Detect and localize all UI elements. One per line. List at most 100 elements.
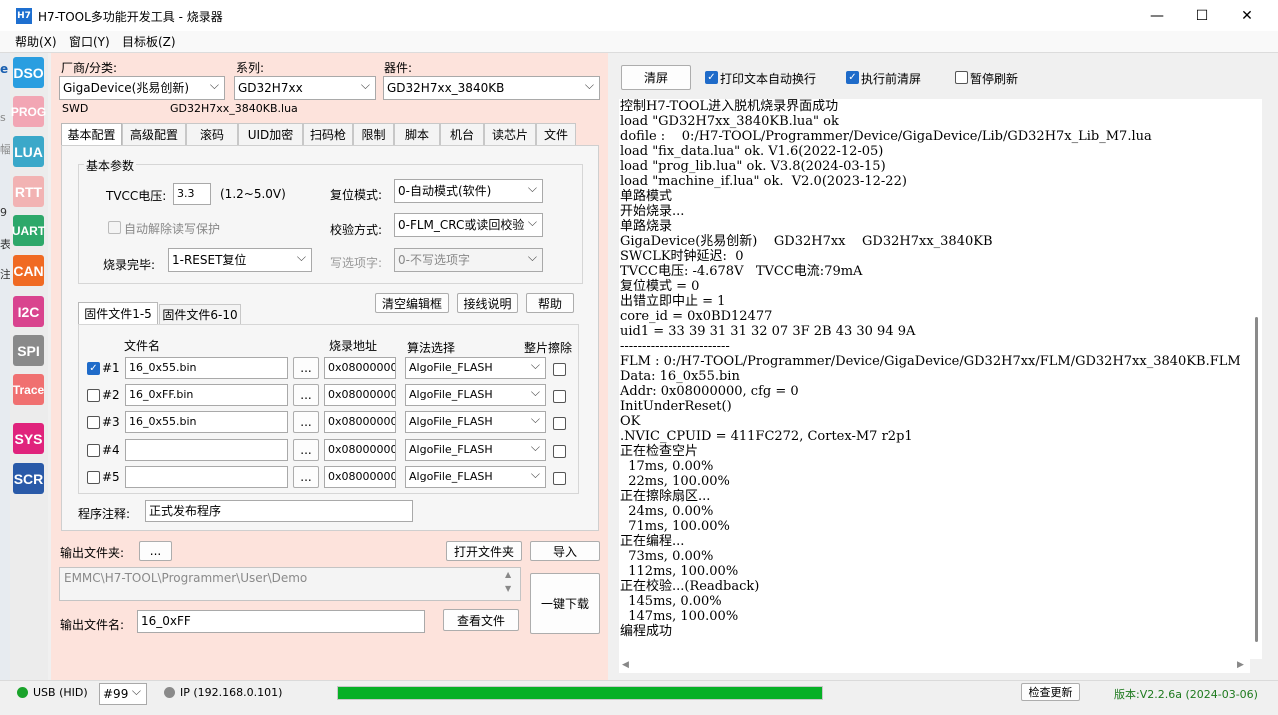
reset-mode-select[interactable]: 0-自动模式(软件) [394, 179, 543, 203]
tab-basic[interactable]: 基本配置 [61, 123, 122, 145]
tab-machine[interactable]: 机台 [440, 123, 484, 145]
tool-rtt-button[interactable]: RTT [13, 176, 44, 207]
output-name-input[interactable]: 16_0xFF [137, 610, 425, 633]
file-address-input[interactable]: 0x08000000 [324, 357, 396, 379]
file-name-input[interactable]: 16_0x55.bin [125, 411, 288, 433]
tool-prog-button[interactable]: PROG [11, 96, 46, 127]
tab-file[interactable]: 文件 [536, 123, 576, 145]
minimize-button[interactable]: — [1134, 0, 1180, 31]
tool-dso-button[interactable]: DSO [13, 57, 44, 88]
log-hscrollbar[interactable] [619, 659, 1250, 673]
tab-firmware-1-5[interactable]: 固件文件1-5 [78, 302, 158, 324]
done-select[interactable]: 1-RESET复位 [168, 248, 312, 272]
tool-spi-button[interactable]: SPI [13, 335, 44, 366]
tab-read-chip[interactable]: 读芯片 [484, 123, 536, 145]
series-select[interactable]: GD32H7xx [234, 76, 376, 100]
one-key-download-button[interactable]: 一键下载 [530, 573, 600, 634]
algorithm-select[interactable]: AlgoFile_FLASH [405, 439, 546, 461]
unlock-checkbox[interactable] [108, 221, 121, 234]
auto-wrap-checkbox[interactable]: ✓ [705, 71, 718, 84]
file-address-input[interactable]: 0x08000000 [324, 439, 396, 461]
tool-can-button[interactable]: CAN [13, 255, 44, 286]
clear-list-button[interactable]: 清空编辑框 [375, 293, 449, 313]
scroll-right-icon[interactable]: ▶ [1237, 660, 1244, 670]
file-enable-checkbox[interactable] [87, 416, 100, 429]
clear-before-checkbox[interactable]: ✓ [846, 71, 859, 84]
part-select[interactable]: GD32H7xx_3840KB [383, 76, 600, 100]
tab-limit[interactable]: 限制 [353, 123, 394, 145]
file-enable-checkbox[interactable]: ✓ [87, 362, 100, 375]
tab-firmware-6-10[interactable]: 固件文件6-10 [159, 304, 241, 324]
algorithm-select[interactable]: AlgoFile_FLASH [405, 411, 546, 433]
algorithm-value: AlgoFile_FLASH [409, 388, 493, 401]
chip-erase-checkbox[interactable] [553, 445, 566, 458]
file-name-input[interactable] [125, 466, 288, 488]
tool-uart-button[interactable]: UART [12, 215, 45, 246]
file-enable-checkbox[interactable] [87, 471, 100, 484]
path-scrollbar[interactable]: ▲ ▼ [505, 568, 511, 596]
tab-script[interactable]: 脚本 [394, 123, 440, 145]
tab-advanced[interactable]: 高级配置 [122, 123, 186, 145]
file-name-input[interactable] [125, 439, 288, 461]
file-browse-button[interactable]: ... [293, 411, 319, 433]
maximize-button[interactable]: ☐ [1179, 0, 1225, 31]
verify-value: 0-FLM_CRC或读回校验 [398, 218, 525, 232]
file-enable-checkbox[interactable] [87, 444, 100, 457]
scroll-left-icon[interactable]: ◀ [622, 660, 629, 670]
algorithm-value: AlgoFile_FLASH [409, 415, 493, 428]
menu-target-board[interactable]: 目标板(Z) [122, 33, 176, 50]
check-update-button[interactable]: 检查更新 [1021, 683, 1080, 701]
chip-erase-checkbox[interactable] [553, 417, 566, 430]
tool-lua-button[interactable]: LUA [13, 136, 44, 167]
algorithm-select[interactable]: AlgoFile_FLASH [405, 384, 546, 406]
pause-refresh-checkbox[interactable] [955, 71, 968, 84]
file-address-input[interactable]: 0x08000000 [324, 384, 396, 406]
file-browse-button[interactable]: ... [293, 439, 319, 461]
view-file-button[interactable]: 查看文件 [443, 609, 519, 631]
option-byte-select[interactable]: 0-不写选项字 [394, 248, 543, 272]
tool-i2c-button[interactable]: I2C [13, 296, 44, 327]
import-button[interactable]: 导入 [530, 541, 600, 561]
file-name-input[interactable]: 16_0xFF.bin [125, 384, 288, 406]
file-enable-checkbox[interactable] [87, 389, 100, 402]
close-button[interactable]: ✕ [1224, 0, 1270, 31]
file-address-input[interactable]: 0x08000000 [324, 466, 396, 488]
output-path-box[interactable]: EMMC\H7-TOOL\Programmer\User\Demo [59, 567, 521, 601]
log-line: 22ms, 100.00% [620, 474, 730, 489]
file-name-input[interactable]: 16_0x55.bin [125, 357, 288, 379]
wiring-button[interactable]: 接线说明 [457, 293, 518, 313]
help-button[interactable]: 帮助 [526, 293, 574, 313]
menu-help[interactable]: 帮助(X) [15, 33, 57, 50]
log-line: ------------------------- [620, 339, 730, 354]
log-vscroll-thumb[interactable] [1255, 317, 1258, 642]
tab-scanner[interactable]: 扫码枪 [303, 123, 353, 145]
tab-uid-encrypt[interactable]: UID加密 [238, 123, 303, 145]
open-folder-button[interactable]: 打开文件夹 [446, 541, 522, 561]
log-output[interactable]: 控制H7-TOOL进入脱机烧录界面成功 load "GD32H7xx_3840KB… [619, 99, 1250, 659]
file-browse-button[interactable]: ... [293, 466, 319, 488]
menu-window[interactable]: 窗口(Y) [69, 33, 110, 50]
tab-rolling-code[interactable]: 滚码 [186, 123, 238, 145]
tool-sys-button[interactable]: SYS [13, 423, 44, 454]
file-address-input[interactable]: 0x08000000 [324, 411, 396, 433]
device-number-select[interactable]: #99 [99, 683, 147, 705]
note-input[interactable]: 正式发布程序 [145, 500, 413, 522]
chip-erase-checkbox[interactable] [553, 363, 566, 376]
log-line: SWCLK时钟延迟: 0 [620, 249, 744, 264]
basic-params-title: 基本参数 [84, 157, 137, 174]
algorithm-select[interactable]: AlgoFile_FLASH [405, 466, 546, 488]
file-browse-button[interactable]: ... [293, 384, 319, 406]
file-browse-button[interactable]: ... [293, 357, 319, 379]
tool-trace-button[interactable]: Trace [13, 374, 44, 405]
chip-erase-checkbox[interactable] [553, 390, 566, 403]
output-browse-button[interactable]: ... [139, 541, 172, 561]
clear-screen-button[interactable]: 清屏 [621, 65, 691, 90]
vendor-select[interactable]: GigaDevice(兆易创新) [59, 76, 225, 100]
chip-erase-checkbox[interactable] [553, 472, 566, 485]
algorithm-select[interactable]: AlgoFile_FLASH [405, 357, 546, 379]
tvcc-input[interactable]: 3.3 [173, 183, 211, 205]
verify-select[interactable]: 0-FLM_CRC或读回校验 [394, 213, 543, 237]
tool-scr-button[interactable]: SCR [13, 463, 44, 494]
edge-char: e [0, 62, 9, 76]
file-index: #4 [102, 443, 120, 457]
